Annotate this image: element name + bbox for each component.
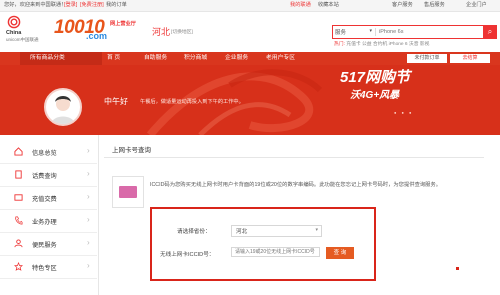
chevron-down-icon: ▾ bbox=[315, 227, 318, 233]
chevron-down-icon: ▾ bbox=[369, 28, 372, 34]
page-title: 上网卡号查询 bbox=[112, 147, 151, 154]
unicom-logo-icon[interactable] bbox=[7, 15, 21, 29]
people-icon bbox=[14, 239, 23, 248]
wallet-icon bbox=[14, 194, 23, 201]
login-link[interactable]: [登录] bbox=[64, 2, 77, 9]
query-form-highlight bbox=[150, 207, 376, 281]
sim-card-illustration bbox=[112, 176, 144, 208]
sidebar-item-special[interactable]: 特色专区 › bbox=[0, 256, 97, 279]
sidebar: 信息总览 › 话费查询 › 充值交费 › 业务办理 › 便民服务 › 特色专区 … bbox=[0, 135, 99, 295]
chevron-right-icon: › bbox=[87, 215, 90, 224]
title-divider bbox=[104, 157, 484, 158]
promo-title[interactable]: 517网购节 bbox=[340, 66, 410, 87]
star-icon bbox=[14, 262, 23, 271]
chevron-right-icon: › bbox=[87, 261, 90, 270]
nav-item-points-mall[interactable]: 积分商城 bbox=[184, 52, 207, 65]
logo-en: unicom中国联通 bbox=[6, 37, 39, 42]
my-account-link[interactable]: 我的联通 bbox=[290, 2, 311, 9]
search-input[interactable] bbox=[379, 28, 439, 36]
top-bar: 您好，欢迎来到中国联通！ [登录] [免费注册] 我的订单 我的联通 收藏本站 … bbox=[0, 0, 500, 12]
sidebar-item-recharge[interactable]: 充值交费 › bbox=[0, 187, 97, 210]
sidebar-item-overview[interactable]: 信息总览 › bbox=[0, 141, 97, 164]
search-icon: ⌕ bbox=[487, 27, 493, 36]
hot-label: 热门: bbox=[334, 42, 345, 47]
unpaid-orders-button[interactable]: 未付款订单 bbox=[407, 54, 447, 63]
nav-item-home[interactable]: 首 页 bbox=[107, 52, 120, 65]
query-button[interactable]: 查 询 bbox=[326, 247, 354, 259]
sim-card-icon bbox=[119, 186, 137, 198]
brand-com: .com bbox=[86, 31, 108, 41]
greeting-subtext: 午餐后，做适量运动再投入到下午的工作中。 bbox=[140, 99, 244, 105]
sidebar-item-convenience[interactable]: 便民服务 › bbox=[0, 233, 97, 256]
avatar[interactable] bbox=[44, 88, 82, 126]
hot-words: 热门: 充值卡 公益 合约机 iPhone 6 沃音 影视 bbox=[334, 40, 429, 47]
user-avatar-icon bbox=[51, 96, 75, 124]
my-orders-link[interactable]: 我的订单 bbox=[106, 2, 127, 9]
province-label: 请选择省份： bbox=[177, 229, 211, 235]
sidebar-item-label: 信息总览 bbox=[32, 150, 57, 157]
phone-icon bbox=[15, 216, 23, 225]
register-link[interactable]: [免费注册] bbox=[80, 2, 104, 9]
carousel-dots[interactable]: ● ● ● bbox=[394, 110, 413, 115]
marker-dot bbox=[456, 267, 459, 270]
checkout-button[interactable]: 去结算 bbox=[450, 54, 490, 63]
hot-words-list[interactable]: 充值卡 公益 合约机 iPhone 6 沃音 影视 bbox=[346, 42, 429, 47]
chevron-right-icon: › bbox=[87, 238, 90, 247]
chevron-right-icon: › bbox=[87, 192, 90, 201]
iccid-info-text: ICCID码为您购买无线上网卡时用户卡背面的19位或20位的数字串编码。此功能在… bbox=[150, 182, 442, 188]
enterprise-link[interactable]: 企业门户 bbox=[466, 2, 487, 9]
aftersale-link[interactable]: 售后服务 bbox=[424, 2, 445, 9]
favorites-link[interactable]: 收藏本站 bbox=[318, 2, 339, 9]
home-icon bbox=[14, 147, 23, 156]
all-categories-menu[interactable]: 所有商品分类 bbox=[20, 52, 102, 65]
sidebar-item-label: 话费查询 bbox=[32, 173, 57, 180]
document-icon bbox=[15, 170, 22, 179]
iccid-input[interactable] bbox=[231, 247, 320, 257]
nav-item-self-service[interactable]: 自助服务 bbox=[144, 52, 167, 65]
sidebar-item-bill-query[interactable]: 话费查询 › bbox=[0, 164, 97, 187]
sidebar-item-label: 特色专区 bbox=[32, 265, 57, 272]
chevron-right-icon: › bbox=[87, 169, 90, 178]
search-category-select[interactable]: 服务 ▾ bbox=[335, 28, 376, 36]
iccid-label: 无线上网卡ICCID号： bbox=[160, 252, 215, 258]
greeting-text: 中午好 bbox=[104, 97, 128, 106]
customer-service-link[interactable]: 客户服务 bbox=[392, 2, 413, 9]
search-button[interactable]: ⌕ bbox=[483, 25, 497, 39]
logo-cn: China bbox=[6, 30, 22, 36]
nav-item-old-user[interactable]: 老用户专区 bbox=[266, 52, 295, 65]
nav-item-enterprise[interactable]: 企业服务 bbox=[225, 52, 248, 65]
main-nav: 所有商品分类 首 页 自助服务 积分商城 企业服务 老用户专区 未付款订单 去结… bbox=[0, 52, 500, 65]
sidebar-item-label: 充值交费 bbox=[32, 196, 57, 203]
brand-subtitle: 网上营业厅 bbox=[110, 21, 136, 27]
promo-subtitle[interactable]: 沃4G+风暴 bbox=[350, 86, 399, 101]
region-switch-link[interactable]: [切换地区] bbox=[171, 28, 193, 35]
welcome-text: 您好，欢迎来到中国联通！ bbox=[4, 2, 67, 8]
province-value: 河北 bbox=[236, 229, 248, 235]
chevron-right-icon: › bbox=[87, 146, 90, 155]
sidebar-item-business[interactable]: 业务办理 › bbox=[0, 210, 97, 233]
sidebar-item-label: 便民服务 bbox=[32, 242, 57, 249]
sidebar-item-label: 业务办理 bbox=[32, 219, 57, 226]
search-box: 服务 ▾ bbox=[332, 25, 484, 39]
province-select[interactable]: 河北 ▾ bbox=[231, 225, 322, 237]
region-name: 河北 bbox=[152, 27, 171, 37]
